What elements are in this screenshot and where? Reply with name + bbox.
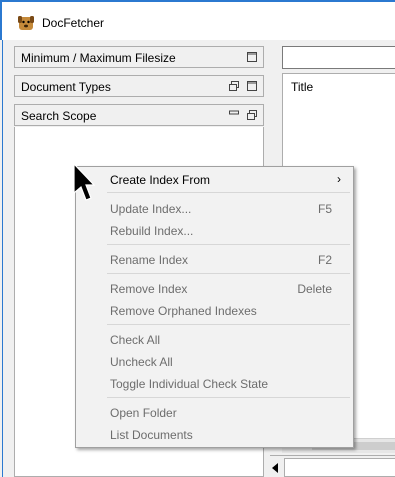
filesize-panel-header[interactable]: Minimum / Maximum Filesize — [14, 46, 264, 68]
menu-item-check-all[interactable]: Check All — [110, 333, 160, 347]
window-titlebar[interactable]: DocFetcher — [0, 0, 395, 40]
menu-item-create-index-from[interactable]: Create Index From — [110, 173, 210, 187]
search-input[interactable] — [282, 46, 395, 69]
submenu-arrow-icon: › — [337, 172, 341, 186]
window-title: DocFetcher — [42, 16, 105, 30]
menu-item-uncheck-all[interactable]: Uncheck All — [110, 355, 173, 369]
menu-item-update-index[interactable]: Update Index... — [110, 202, 191, 216]
menu-item-toggle-check-state[interactable]: Toggle Individual Check State — [110, 377, 268, 391]
restore-icon[interactable] — [247, 110, 257, 120]
menu-separator — [107, 397, 350, 398]
filesize-header-label: Minimum / Maximum Filesize — [21, 51, 176, 65]
maximize-icon[interactable] — [247, 81, 257, 91]
shortcut-remove-index: Delete — [297, 282, 332, 296]
shortcut-rename-index: F2 — [317, 253, 332, 267]
menu-item-open-folder[interactable]: Open Folder — [110, 406, 177, 420]
results-column-title[interactable]: Title — [291, 80, 313, 94]
menu-item-rebuild-index[interactable]: Rebuild Index... — [110, 224, 193, 238]
context-menu: Create Index From › Update Index... F5 R… — [75, 166, 354, 448]
search-scope-panel-header[interactable]: Search Scope — [14, 104, 264, 126]
menu-separator — [107, 192, 350, 193]
minimize-icon[interactable] — [229, 110, 239, 120]
document-types-panel-header[interactable]: Document Types — [14, 75, 264, 97]
menu-separator — [107, 244, 350, 245]
maximize-icon[interactable] — [247, 52, 257, 62]
document-types-header-label: Document Types — [21, 80, 111, 94]
collapse-left-arrow-icon[interactable] — [272, 463, 278, 473]
search-scope-header-label: Search Scope — [21, 109, 97, 123]
menu-separator — [107, 324, 350, 325]
menu-separator — [107, 273, 350, 274]
shortcut-update-index: F5 — [317, 202, 332, 216]
mouse-pointer-icon — [73, 163, 95, 201]
restore-icon[interactable] — [229, 81, 239, 91]
menu-item-remove-index[interactable]: Remove Index — [110, 282, 187, 296]
preview-pane[interactable] — [284, 458, 395, 477]
menu-item-list-documents[interactable]: List Documents — [110, 428, 193, 442]
docfetcher-dog-icon — [18, 16, 34, 30]
menu-item-rename-index[interactable]: Rename Index — [110, 253, 188, 267]
menu-item-remove-orphaned-indexes[interactable]: Remove Orphaned Indexes — [110, 304, 257, 318]
